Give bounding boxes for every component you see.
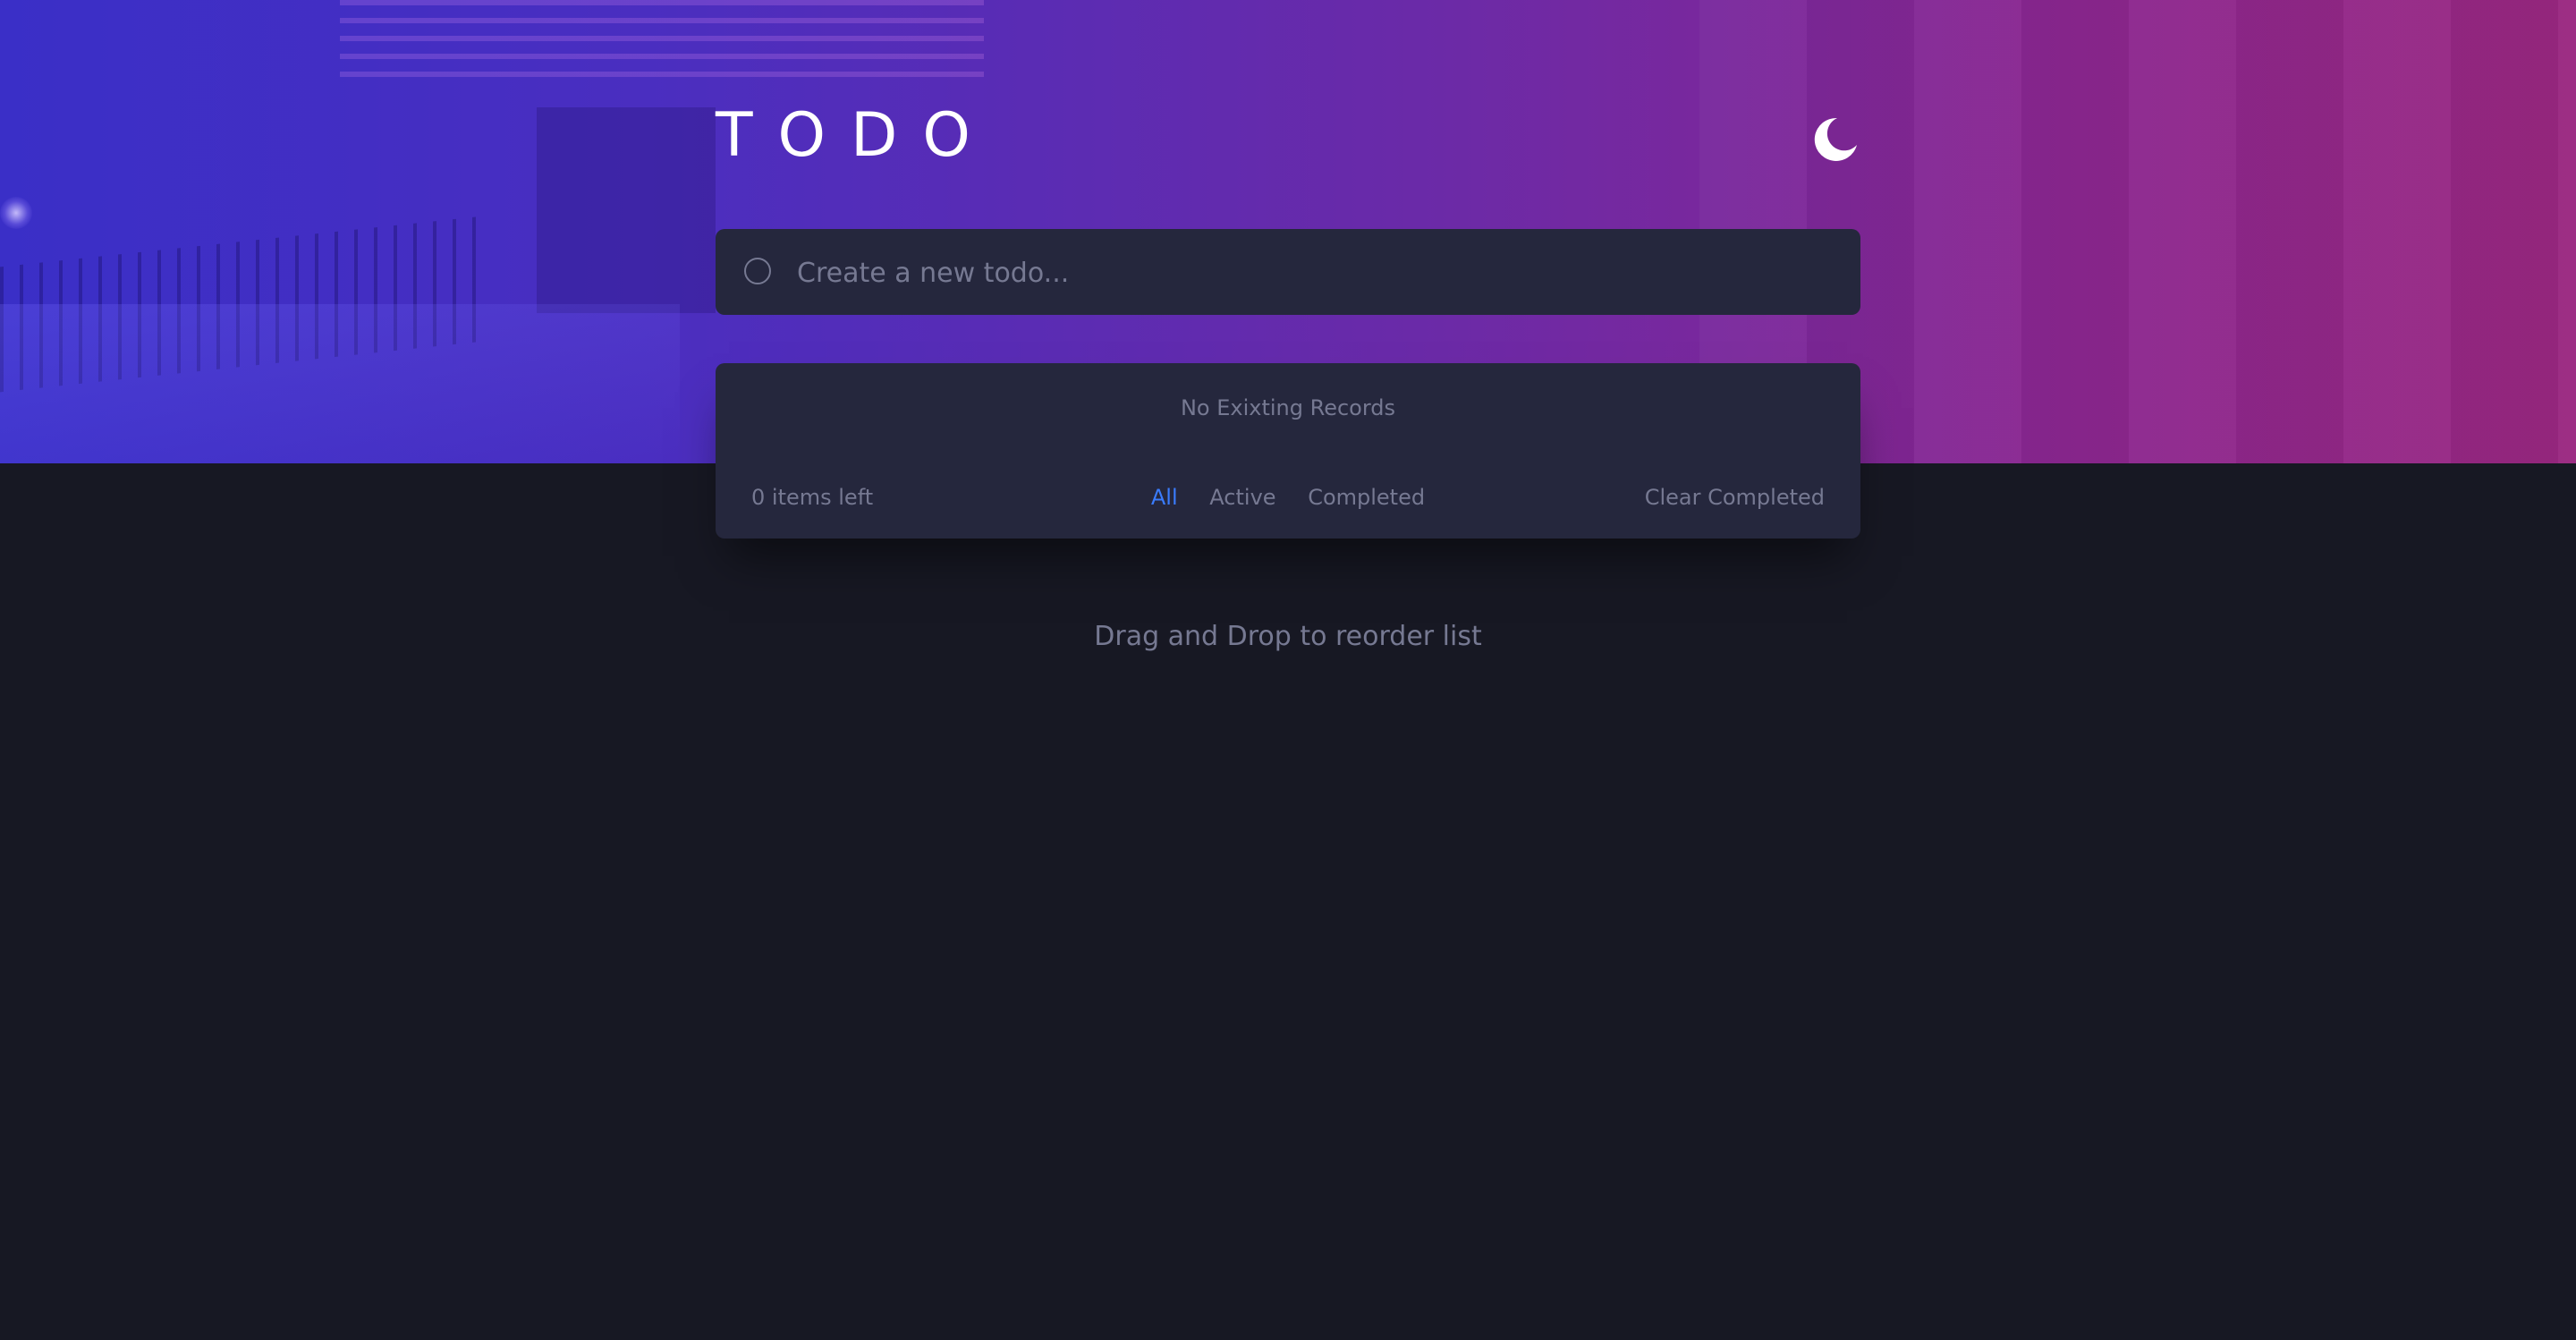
filter-completed[interactable]: Completed (1308, 479, 1425, 515)
app-title: TODO (716, 100, 996, 171)
empty-list-message: No Exixting Records (1180, 395, 1396, 420)
clear-completed-button[interactable]: Clear Completed (1645, 479, 1825, 515)
checkbox-circle-icon[interactable] (744, 258, 771, 284)
new-todo-input[interactable] (795, 247, 1827, 299)
hero-lamp-decor (0, 197, 32, 229)
new-todo-bar (716, 229, 1860, 315)
list-footer: 0 items left All Active Completed Clear … (716, 471, 1860, 521)
hero-floor-decor (0, 304, 680, 463)
hero-doorway-decor (537, 107, 716, 313)
drag-drop-hint: Drag and Drop to reorder list (1094, 621, 1482, 652)
theme-toggle-button[interactable] (1810, 114, 1860, 165)
filter-all[interactable]: All (1151, 479, 1178, 515)
filter-active[interactable]: Active (1209, 479, 1275, 515)
moon-icon (1814, 117, 1857, 161)
hero-ceiling-decor (340, 0, 984, 89)
todo-list: No Exixting Records 0 items left All Act… (716, 363, 1860, 539)
